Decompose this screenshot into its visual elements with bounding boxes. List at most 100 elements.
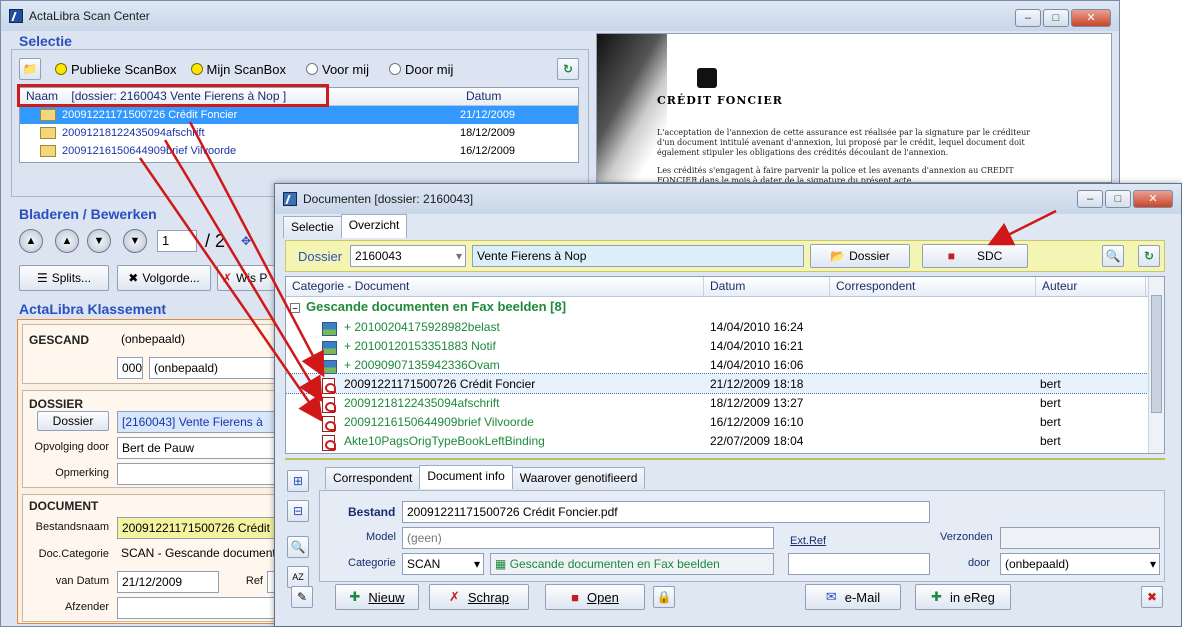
open-button[interactable]: ■ Open <box>545 584 645 610</box>
extref-field[interactable] <box>788 553 930 575</box>
collapse-all-icon[interactable]: ⊟ <box>287 500 309 522</box>
tab-correspondent[interactable]: Correspondent <box>325 467 421 489</box>
close-button[interactable]: ✕ <box>1071 9 1111 27</box>
wis-button[interactable]: ✗ Wis P <box>217 265 275 291</box>
dossier-code-select[interactable]: 2160043 ▾ <box>350 245 466 267</box>
radio-publieke-scanbox[interactable]: Publieke ScanBox <box>55 62 177 77</box>
sdc-button[interactable]: ■ SDC <box>922 244 1028 268</box>
refresh-icon[interactable]: ↻ <box>1138 245 1160 267</box>
gescand-code-field[interactable]: 000 <box>117 357 143 379</box>
col-categorie-document[interactable]: Categorie - Document <box>286 277 704 296</box>
selectie-toolbar: 📁 Publieke ScanBox Mijn ScanBox Voor mij… <box>19 55 579 83</box>
volgorde-button[interactable]: ✖ Volgorde... <box>117 265 211 291</box>
table-row[interactable]: 20091218122435094afschrift 18/12/2009 13… <box>286 393 1148 413</box>
opmerking-field[interactable] <box>117 463 287 485</box>
dossier-highlight-box <box>17 84 329 107</box>
vandatum-field[interactable]: 21/12/2009 <box>117 571 219 593</box>
gescand-section: GESCAND (onbepaald) 000 (onbepaald) <box>22 324 289 384</box>
bestandsnaam-field[interactable]: 20091221171500726 Crédit <box>117 517 287 539</box>
maximize-button[interactable]: □ <box>1105 190 1131 208</box>
dossier-field[interactable]: [2160043] Vente Fierens à <box>117 411 287 433</box>
refresh-icon[interactable]: ↻ <box>557 58 579 80</box>
categorie-select[interactable]: SCAN ▾ <box>402 553 484 575</box>
table-row[interactable]: 20091216150644909brief Vilvoorde 16/12/2… <box>286 412 1148 432</box>
bestand-field[interactable]: 20091221171500726 Crédit Foncier.pdf <box>402 501 930 523</box>
table-scrollbar[interactable] <box>1148 277 1164 453</box>
ereg-button[interactable]: ✚ in eReg <box>915 584 1011 610</box>
folder-icon[interactable]: 📁 <box>19 58 41 80</box>
expand-all-icon[interactable]: ⊞ <box>287 470 309 492</box>
opvolging-field[interactable]: Bert de Pauw <box>117 437 287 459</box>
lock-icon[interactable]: 🔒 <box>653 586 675 608</box>
category-group-row[interactable]: – Gescande documenten en Fax beelden [8] <box>290 299 566 314</box>
tab-document-info[interactable]: Document info <box>419 465 513 489</box>
radio-door-mij[interactable]: Door mij <box>388 62 453 77</box>
table-row[interactable]: + 20090907135942336Ovam 14/04/2010 16:06 <box>286 355 1148 374</box>
col-auteur[interactable]: Auteur <box>1036 277 1146 296</box>
documenten-icon <box>283 192 297 206</box>
close-button[interactable]: ✕ <box>1133 190 1173 208</box>
table-row[interactable]: Akte10PagsOrigTypeBookLeftBinding 22/07/… <box>286 431 1148 451</box>
splitter[interactable] <box>285 458 1165 460</box>
email-button[interactable]: ✉ e-Mail <box>805 584 901 610</box>
door-label: door <box>968 557 991 569</box>
col-datum[interactable]: Datum <box>460 88 560 105</box>
table-row-selected[interactable]: 20091221171500726 Crédit Foncier 21/12/2… <box>286 373 1149 394</box>
gescand-type-field[interactable]: (onbepaald) <box>149 357 289 379</box>
categorie-description: ▦ Gescande documenten en Fax beelden <box>490 553 774 575</box>
afzender-field[interactable] <box>117 597 287 619</box>
pdf-file-icon <box>322 415 336 432</box>
radio-voor-mij[interactable]: Voor mij <box>306 62 369 77</box>
col-correspondent[interactable]: Correspondent <box>830 277 1036 296</box>
model-field[interactable]: (geen) <box>402 527 774 549</box>
dossier-open-button[interactable]: 📂 Dossier <box>810 244 910 268</box>
documents-table: Categorie - Document Datum Correspondent… <box>285 276 1165 454</box>
move-icon[interactable]: ✥ <box>241 234 251 248</box>
search-document-icon[interactable]: 🔍 <box>1102 245 1124 267</box>
zoom-icon[interactable]: 🔍 <box>287 536 309 558</box>
properties-icon[interactable]: ✎ <box>291 586 313 608</box>
documenten-titlebar[interactable]: Documenten [dossier: 2160043] – □ ✕ <box>275 184 1181 214</box>
image-file-icon <box>322 359 337 374</box>
collapse-icon[interactable]: – <box>290 303 300 313</box>
tab-selectie[interactable]: Selectie <box>283 216 342 238</box>
tab-waarover-genotifieerd[interactable]: Waarover genotifieerd <box>511 467 646 489</box>
credit-foncier-logo <box>697 68 717 88</box>
splits-button[interactable]: ☰ Splits... <box>19 265 109 291</box>
dossier-name-field[interactable]: Vente Fierens à Nop <box>472 245 804 267</box>
radio-mijn-scanbox[interactable]: Mijn ScanBox <box>190 62 286 77</box>
pdf-icon: ■ <box>571 589 580 605</box>
page-curl <box>597 34 667 182</box>
minimize-button[interactable]: – <box>1077 190 1103 208</box>
maximize-button[interactable]: □ <box>1043 9 1069 27</box>
previous-page-icon[interactable]: ▲ <box>55 229 79 253</box>
last-page-icon[interactable]: ▼ <box>123 229 147 253</box>
list-item[interactable]: 20091221171500726 Crédit Foncier 21/12/2… <box>20 106 578 124</box>
verzonden-field[interactable] <box>1000 527 1160 549</box>
table-row[interactable]: + 20100120153351883 Notif 14/04/2010 16:… <box>286 336 1148 355</box>
tab-overzicht[interactable]: Overzicht <box>340 214 408 238</box>
new-document-icon: ✚ <box>349 589 361 604</box>
first-page-icon[interactable]: ▲ <box>19 229 43 253</box>
minimize-button[interactable]: – <box>1015 9 1041 27</box>
list-item[interactable]: 20091216150644909brief Vilvoorde 16/12/2… <box>20 142 578 160</box>
page-number-input[interactable]: 1 <box>157 230 197 252</box>
delete-icon: ✗ <box>222 271 233 285</box>
order-icon: ✖ <box>128 271 139 285</box>
nieuw-button[interactable]: ✚ Nieuw <box>335 584 419 610</box>
list-item[interactable]: 20091218122435094afschrift 18/12/2009 <box>20 124 578 142</box>
close-pdf-icon[interactable]: ✖ <box>1141 586 1163 608</box>
doccategorie-label: Doc.Categorie <box>38 548 109 560</box>
table-row[interactable]: + 20100204175928982belast 14/04/2010 16:… <box>286 317 1148 336</box>
door-select[interactable]: (onbepaald) ▾ <box>1000 553 1160 575</box>
schrap-button[interactable]: ✗ Schrap <box>429 584 529 610</box>
scan-center-titlebar[interactable]: ActaLibra Scan Center – □ ✕ <box>1 1 1119 31</box>
col-datum[interactable]: Datum <box>704 277 830 296</box>
dossier-button[interactable]: Dossier <box>37 411 109 431</box>
actalibra-app-icon <box>9 9 23 23</box>
scrollbar-thumb[interactable] <box>1151 295 1162 413</box>
image-file-icon <box>322 321 337 336</box>
gescand-heading: GESCAND <box>29 333 90 347</box>
next-page-icon[interactable]: ▼ <box>87 229 111 253</box>
delete-icon: ✗ <box>448 589 460 604</box>
